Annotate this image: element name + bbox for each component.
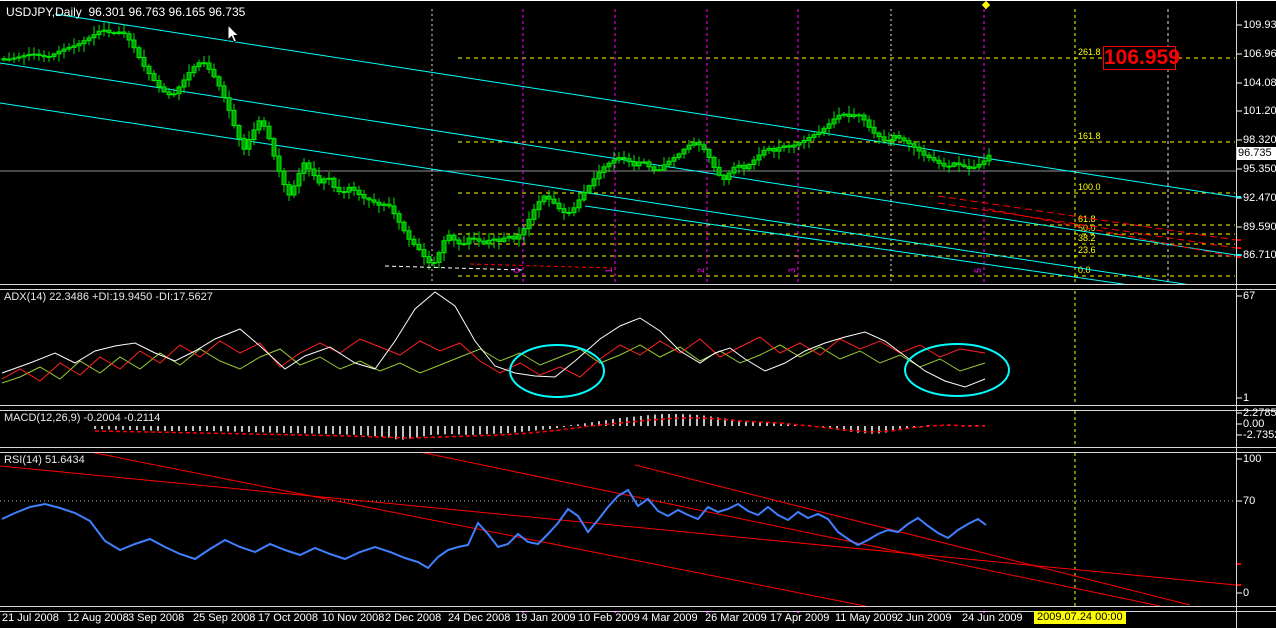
price-axis-label: 104.080 (1243, 77, 1276, 89)
chart-canvas[interactable]: 261.8161.8100.061.850.038.223.60.001235 (0, 1, 1276, 628)
price-axis-label: 1 (1243, 392, 1250, 404)
panel-separator[interactable] (0, 447, 1276, 453)
date-label: 10 Feb 2009 (578, 612, 640, 624)
symbol-timeframe: USDJPY,Daily (6, 5, 82, 19)
chart-title: USDJPY,Daily 96.301 96.763 96.165 96.735 (6, 5, 245, 19)
price-axis[interactable] (1237, 1, 1276, 606)
rsi-indicator-label: RSI(14) 51.6434 (4, 454, 85, 466)
date-label: 26 Mar 2009 (705, 612, 767, 624)
svg-text:5: 5 (973, 268, 983, 273)
date-label: 12 Aug 2008 (67, 612, 129, 624)
price-axis-label: 92.470 (1243, 192, 1276, 204)
panel-separator[interactable] (0, 405, 1276, 411)
macd-indicator-label: MACD(12,26,9) -0.2004 -0.2114 (4, 412, 161, 424)
price-axis-label: 86.710 (1243, 249, 1276, 261)
svg-text:161.8: 161.8 (1078, 131, 1101, 141)
price-axis-label: 106.960 (1243, 48, 1276, 60)
price-axis-label: 101.200 (1243, 105, 1276, 117)
price-axis-label: 89.590 (1243, 221, 1276, 233)
svg-text:1: 1 (604, 268, 614, 273)
date-label: 3 Sep 2008 (128, 612, 185, 624)
svg-text:3: 3 (787, 268, 797, 273)
svg-text:23.6: 23.6 (1078, 245, 1096, 255)
date-label: 11 May 2009 (835, 612, 898, 624)
date-label: 19 Jan 2009 (515, 612, 576, 624)
svg-text:2: 2 (696, 268, 706, 273)
price-callout-box: 106.959 (1103, 46, 1180, 70)
price-axis-label: 70 (1243, 495, 1256, 507)
price-axis-label: -2.7352 (1243, 429, 1276, 441)
highlighted-date-badge: 2009.07.24 00:00 (1034, 611, 1126, 624)
date-label: 4 Mar 2009 (642, 612, 698, 624)
mt4-chart-window: 261.8161.8100.061.850.038.223.60.001235 … (0, 0, 1276, 628)
date-label: 17 Oct 2008 (258, 612, 318, 624)
svg-text:0: 0 (512, 268, 522, 273)
panel-separator[interactable] (0, 284, 1276, 290)
svg-text:261.8: 261.8 (1078, 47, 1101, 57)
price-axis-label: 67 (1243, 290, 1256, 302)
svg-text:38.2: 38.2 (1078, 233, 1096, 243)
date-label: 21 Jul 2008 (2, 612, 59, 624)
date-label: 10 Nov 2008 (322, 612, 385, 624)
svg-text:0.0: 0.0 (1078, 265, 1091, 275)
price-axis-label: 100 (1243, 453, 1262, 465)
svg-text:100.0: 100.0 (1078, 182, 1101, 192)
date-label: 2 Jun 2009 (897, 612, 952, 624)
date-label: 17 Apr 2009 (770, 612, 830, 624)
mouse-cursor-icon (227, 23, 240, 43)
price-axis-label: 0 (1243, 587, 1250, 599)
price-axis-label: 95.350 (1243, 163, 1276, 175)
adx-indicator-label: ADX(14) 22.3486 +DI:19.9450 -DI:17.5627 (4, 291, 213, 303)
ohlc-quote: 96.301 96.763 96.165 96.735 (81, 5, 246, 19)
date-label: 2 Dec 2008 (385, 612, 442, 624)
price-axis-label: 98.320 (1243, 134, 1276, 146)
date-label: 25 Sep 2008 (193, 612, 256, 624)
date-label: 24 Jun 2009 (962, 612, 1023, 624)
date-label: 24 Dec 2008 (448, 612, 511, 624)
current-price-badge: 96.735 (1237, 147, 1276, 160)
price-axis-label: 109.930 (1243, 19, 1276, 31)
